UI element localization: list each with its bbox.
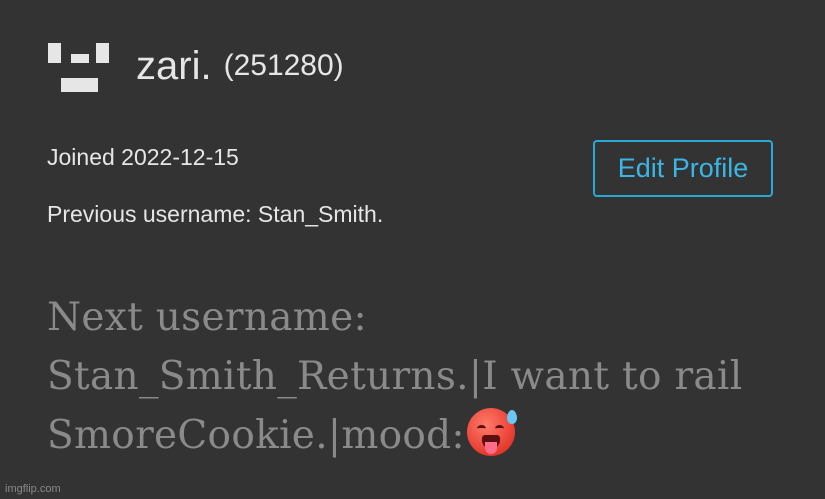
watermark: imgflip.com (5, 483, 61, 495)
site-logo-icon[interactable] (46, 40, 112, 92)
user-id: (251280) (223, 49, 344, 82)
profile-bio: Next username: Stan_Smith_Returns.|I wan… (47, 288, 787, 465)
edit-profile-button[interactable]: Edit Profile (593, 140, 773, 197)
bio-text: Next username: Stan_Smith_Returns.|I wan… (47, 295, 743, 458)
username: zari. (136, 44, 212, 88)
previous-username: Previous username: Stan_Smith. (47, 201, 384, 227)
hot-face-emoji-icon (466, 408, 517, 456)
joined-date: Joined 2022-12-15 (47, 144, 239, 170)
profile-header: zari. (251280) (46, 40, 344, 92)
